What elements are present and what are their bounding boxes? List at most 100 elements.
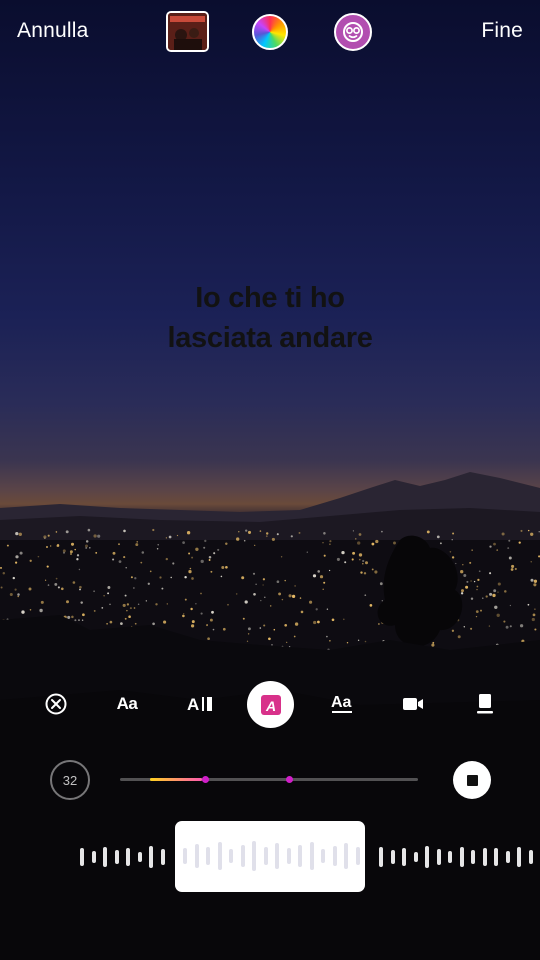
city-light <box>265 532 269 535</box>
city-light <box>300 610 304 614</box>
font-style-button[interactable]: Aa <box>324 686 360 722</box>
city-light <box>183 612 185 615</box>
city-light <box>291 594 296 599</box>
city-light <box>358 558 361 561</box>
clip-selector[interactable] <box>175 821 365 892</box>
city-light <box>222 627 226 631</box>
color-picker-button[interactable] <box>252 14 288 50</box>
city-light <box>137 603 140 606</box>
svg-text:A: A <box>187 695 199 714</box>
duration-selector[interactable]: 32 <box>50 760 90 800</box>
waveform-bar <box>355 847 360 865</box>
city-light <box>122 603 126 607</box>
city-light <box>463 574 467 577</box>
city-light <box>374 570 378 574</box>
city-light <box>97 534 101 538</box>
lyrics-line-2: lasciata andare <box>167 322 373 354</box>
city-light <box>182 614 185 618</box>
city-light <box>95 551 98 554</box>
city-light <box>81 619 84 622</box>
waveform-bar <box>252 841 256 871</box>
city-light <box>451 629 455 632</box>
city-light <box>28 587 32 591</box>
city-light <box>509 604 512 607</box>
done-button[interactable]: Fine <box>481 19 523 43</box>
city-light <box>451 556 455 559</box>
playhead-marker[interactable] <box>286 776 293 783</box>
effects-button[interactable] <box>334 13 372 51</box>
city-light <box>112 551 116 555</box>
city-light <box>357 541 361 545</box>
stop-button[interactable] <box>453 761 491 799</box>
city-light <box>241 576 245 580</box>
city-light <box>534 628 537 631</box>
city-light <box>93 590 95 593</box>
city-light <box>118 560 122 563</box>
city-light <box>74 619 77 622</box>
font-size-icon: Aa <box>116 694 138 713</box>
waveform-bar <box>413 852 418 862</box>
city-light <box>211 610 214 614</box>
city-light <box>352 551 356 555</box>
city-light <box>220 575 223 578</box>
city-light <box>125 567 127 569</box>
song-progress-track[interactable] <box>120 776 418 783</box>
city-light <box>477 578 480 582</box>
waveform-bar <box>321 849 325 863</box>
video-button[interactable] <box>395 686 431 722</box>
city-light <box>74 548 76 551</box>
city-light <box>245 529 248 532</box>
cancel-button[interactable]: Annulla <box>17 19 88 43</box>
city-light <box>312 574 317 578</box>
city-light <box>85 544 88 548</box>
waveform-bar <box>137 852 142 862</box>
city-light <box>259 530 262 532</box>
city-light <box>39 608 43 613</box>
city-light <box>118 543 120 546</box>
city-light <box>247 530 252 534</box>
city-light <box>186 531 191 535</box>
city-light <box>106 622 108 625</box>
city-light <box>315 608 318 611</box>
city-light <box>343 618 345 621</box>
waveform-bar <box>448 851 452 863</box>
city-light <box>480 609 482 612</box>
city-light <box>6 544 9 547</box>
city-light <box>489 572 492 575</box>
city-light <box>126 609 128 612</box>
text-style-button[interactable]: A <box>247 681 294 728</box>
waveform-bar <box>402 848 406 866</box>
city-light <box>209 618 213 622</box>
card-button[interactable] <box>467 686 503 722</box>
city-light <box>189 567 192 570</box>
font-size-button[interactable]: Aa <box>109 686 145 722</box>
city-light <box>157 544 159 546</box>
city-light <box>452 532 455 535</box>
lyrics-text[interactable]: Io che ti ho lasciata andare <box>0 278 540 358</box>
city-light <box>511 564 515 568</box>
city-light <box>358 553 363 557</box>
city-light <box>93 534 97 538</box>
city-light <box>2 571 6 575</box>
city-light <box>165 537 168 539</box>
album-cover-button[interactable] <box>166 11 209 52</box>
city-light <box>166 603 168 605</box>
waveform-bar <box>482 848 487 866</box>
city-light <box>273 628 276 631</box>
remove-lyrics-button[interactable] <box>38 686 74 722</box>
waveform-bar <box>275 843 279 869</box>
city-light <box>210 570 213 573</box>
city-light <box>508 556 512 560</box>
city-light <box>247 633 250 635</box>
city-light <box>170 576 172 579</box>
city-light <box>462 563 464 566</box>
city-light <box>352 530 355 532</box>
city-light <box>238 531 240 533</box>
text-cursor-button[interactable]: A <box>182 686 218 722</box>
city-light <box>54 582 58 586</box>
city-light <box>470 597 474 600</box>
selected-segment <box>150 778 202 781</box>
city-light <box>329 640 331 642</box>
lyrics-line-1: Io che ti ho <box>195 282 345 314</box>
city-light <box>123 556 126 559</box>
